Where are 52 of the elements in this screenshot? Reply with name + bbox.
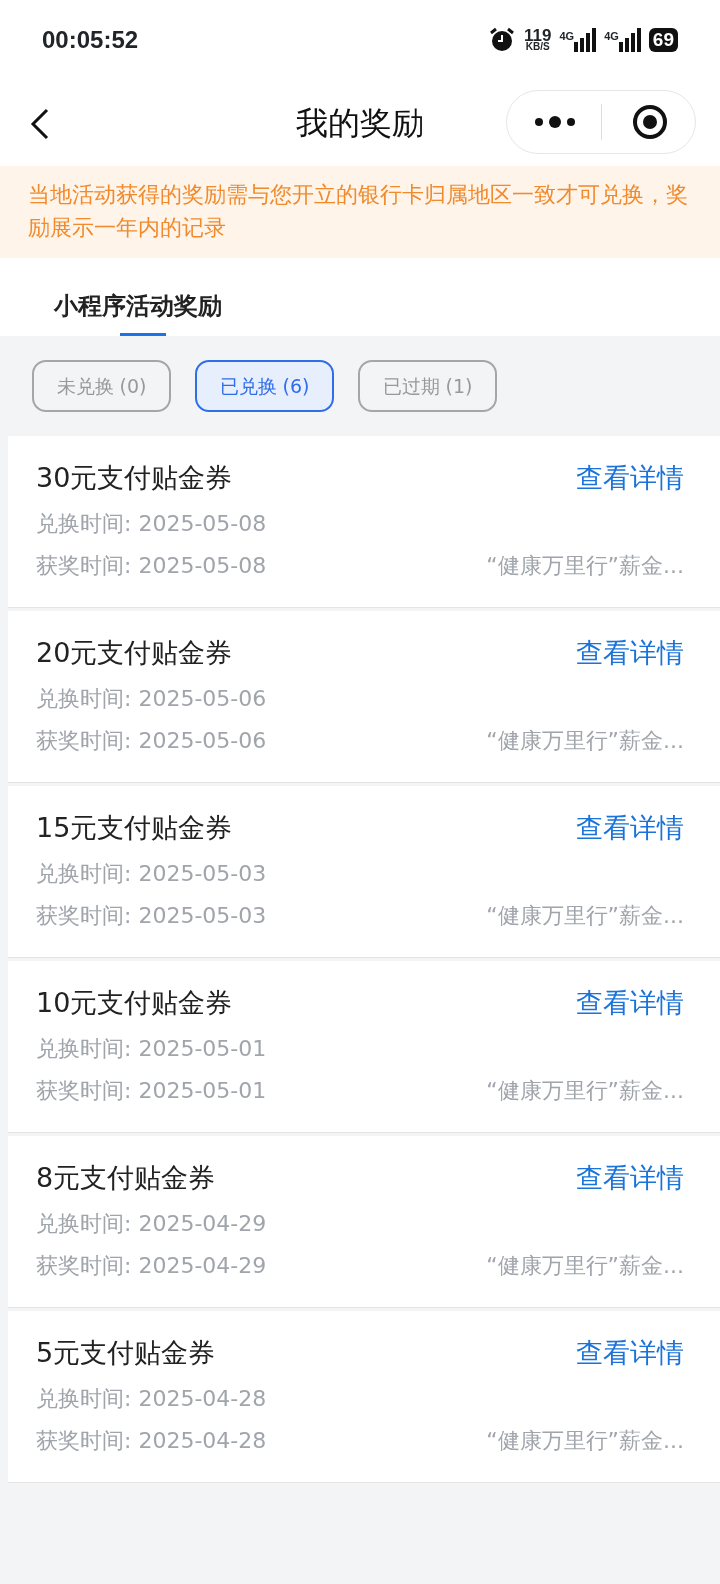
redeem-time: 兑换时间: 2025-05-01 (36, 1034, 268, 1063)
reward-card[interactable]: 20元支付贴金券 查看详情 兑换时间: 2025-05-06 获奖时间: 2025-05-06 “健康万里行”薪金... (8, 611, 720, 782)
details-link[interactable]: 查看详情 (576, 1333, 684, 1374)
speed-unit: KB/S (524, 42, 550, 51)
award-time: 获奖时间: 2025-04-28 (36, 1426, 267, 1455)
award-time: 获奖时间: 2025-05-03 (36, 901, 267, 930)
network-label: 4G (604, 29, 619, 44)
details-link[interactable]: 查看详情 (576, 458, 684, 499)
network-label: 4G (559, 29, 575, 44)
speed-text: 119 (524, 29, 552, 43)
reward-card[interactable]: 15元支付贴金券 查看详情 兑换时间: 2025-05-03 获奖时间: 2025-05-03 “健康万里行”薪金... (8, 786, 720, 957)
reward-title: 15元支付贴金券 (36, 811, 233, 845)
signal-icon (574, 28, 597, 52)
redeem-time: 兑换时间: 2025-05-06 (36, 684, 268, 713)
redeem-time: 兑换时间: 2025-05-03 (36, 859, 268, 888)
details-link[interactable]: 查看详情 (576, 983, 684, 1024)
redeem-time: 兑换时间: 2025-04-29 (36, 1209, 268, 1238)
reward-source: “健康万里行”薪金... (486, 726, 684, 755)
signal-icon (618, 28, 641, 52)
notice-text: 当地活动获得的奖励需与您开立的银行卡归属地区一致才可兑换，奖励展示一年内的记录 (0, 166, 720, 258)
redeem-time: 兑换时间: 2025-04-28 (36, 1384, 268, 1413)
redeem-time: 兑换时间: 2025-05-08 (36, 509, 268, 538)
reward-source: “健康万里行”薪金... (486, 1426, 684, 1455)
details-link[interactable]: 查看详情 (576, 808, 684, 849)
reward-card[interactable]: 10元支付贴金券 查看详情 兑换时间: 2025-05-01 获奖时间: 2025-05-01 “健康万里行”薪金... (8, 961, 720, 1132)
reward-card[interactable]: 8元支付贴金券 查看详情 兑换时间: 2025-04-29 获奖时间: 2025-04-29 “健康万里行”薪金... (8, 1136, 720, 1307)
reward-card[interactable]: 5元支付贴金券 查看详情 兑换时间: 2025-04-28 获奖时间: 2025-04-28 “健康万里行”薪金... (8, 1311, 720, 1482)
back-icon[interactable] (30, 108, 50, 140)
status-time: 00:05:52 (42, 25, 139, 55)
reward-source: “健康万里行”薪金... (486, 1076, 684, 1105)
filter-chip[interactable]: 已过期 (1) (358, 360, 497, 412)
award-time: 获奖时间: 2025-05-08 (36, 551, 267, 580)
filter-chip[interactable]: 已兑换 (6) (195, 360, 334, 412)
more-icon[interactable] (535, 116, 575, 128)
reward-card[interactable]: 30元支付贴金券 查看详情 兑换时间: 2025-05-08 获奖时间: 2025-05-08 “健康万里行”薪金... (8, 436, 720, 607)
reward-title: 30元支付贴金券 (36, 461, 233, 495)
battery-level: 69 (648, 28, 678, 52)
filter-chip[interactable]: 未兑换 (0) (32, 360, 171, 412)
page-title: 我的奖励 (296, 103, 424, 144)
reward-title: 8元支付贴金券 (36, 1161, 216, 1195)
reward-source: “健康万里行”薪金... (486, 1251, 684, 1280)
details-link[interactable]: 查看详情 (576, 1158, 684, 1199)
alarm-icon (488, 26, 517, 54)
reward-title: 5元支付贴金券 (36, 1336, 216, 1370)
reward-source: “健康万里行”薪金... (486, 551, 684, 580)
reward-title: 20元支付贴金券 (36, 636, 233, 670)
reward-source: “健康万里行”薪金... (486, 901, 684, 930)
award-time: 获奖时间: 2025-05-01 (36, 1076, 267, 1105)
reward-title: 10元支付贴金券 (36, 986, 233, 1020)
details-link[interactable]: 查看详情 (576, 633, 684, 674)
award-time: 获奖时间: 2025-05-06 (36, 726, 267, 755)
award-time: 获奖时间: 2025-04-29 (36, 1251, 267, 1280)
